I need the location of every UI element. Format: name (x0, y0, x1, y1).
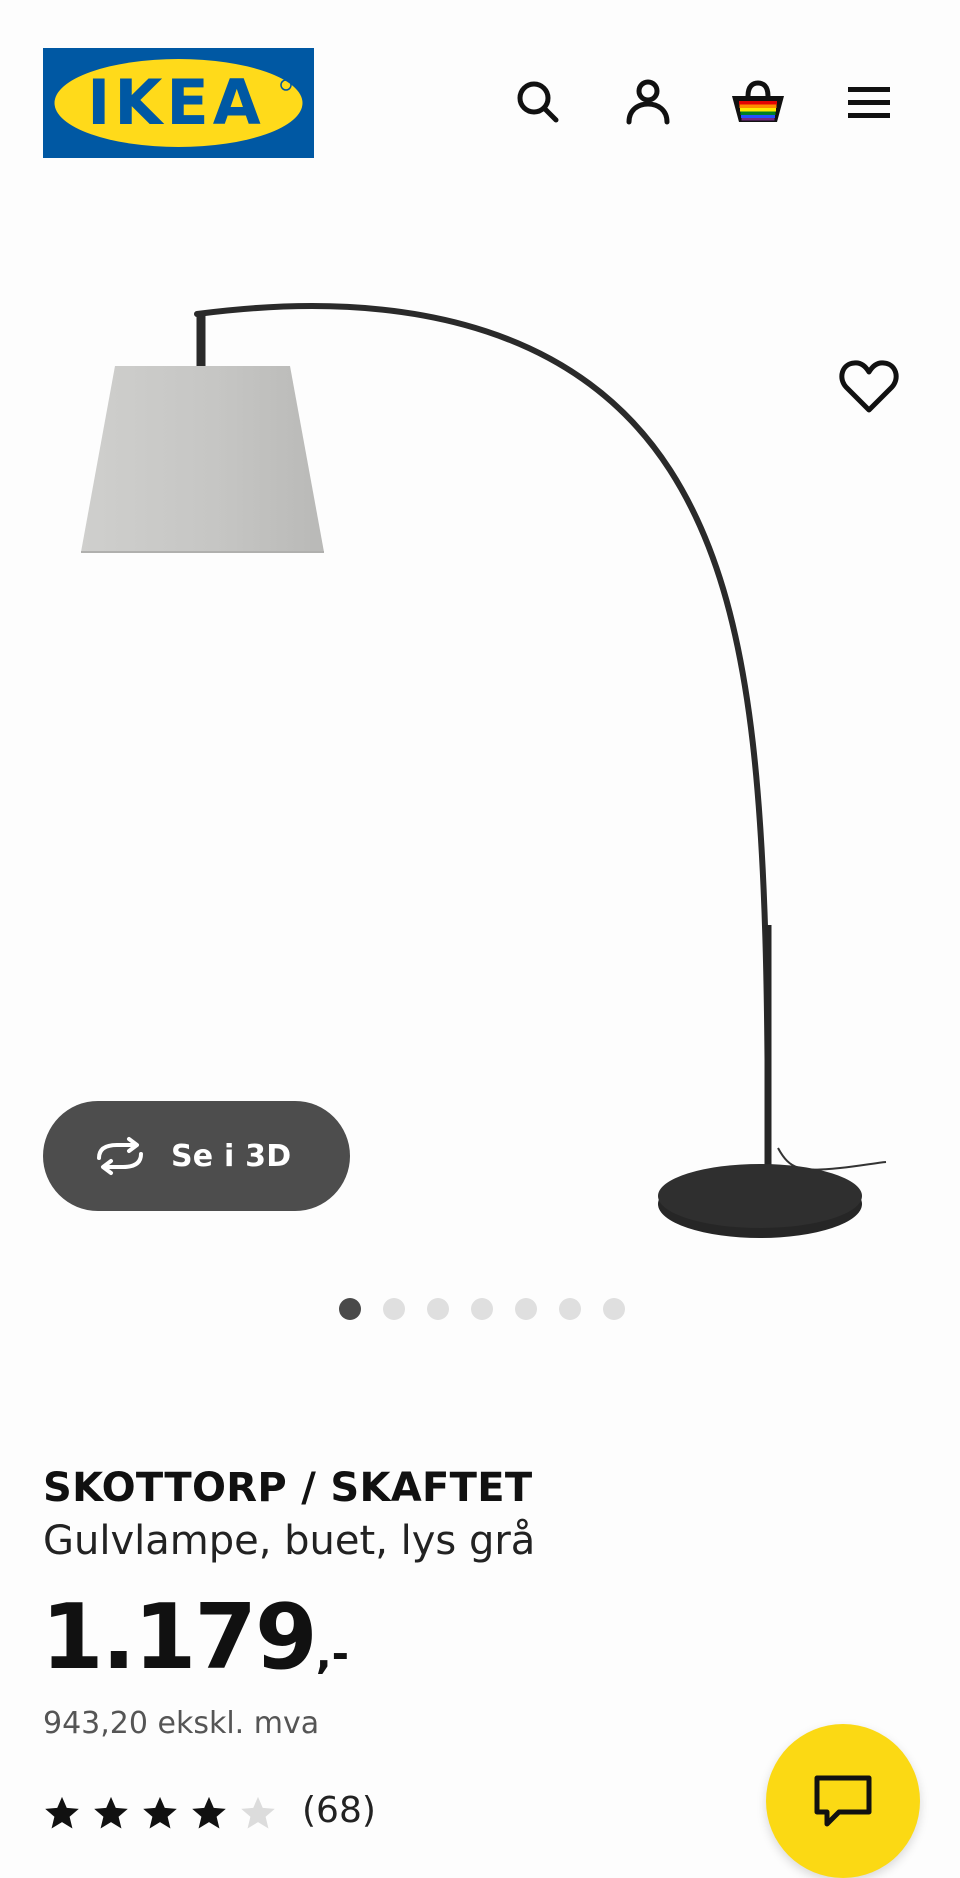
price: 1.179,- (41, 1588, 349, 1704)
header: IKEA (0, 0, 960, 170)
carousel-dot[interactable] (383, 1298, 405, 1320)
search-icon[interactable] (508, 72, 568, 132)
user-icon[interactable] (618, 72, 678, 132)
logo-text: IKEA (87, 66, 264, 139)
chat-button[interactable] (766, 1724, 920, 1878)
star-filled-icon (94, 1796, 128, 1829)
carousel-dot[interactable] (471, 1298, 493, 1320)
view-3d-button[interactable]: Se i 3D (43, 1101, 350, 1211)
heart-icon[interactable] (838, 358, 900, 416)
star-filled-icon (143, 1796, 177, 1829)
carousel-dot[interactable] (559, 1298, 581, 1320)
carousel-dot[interactable] (603, 1298, 625, 1320)
price-suffix: ,- (315, 1629, 350, 1678)
rotate-3d-icon (97, 1137, 143, 1175)
review-count[interactable]: (68) (302, 1790, 376, 1831)
star-filled-icon (192, 1796, 226, 1829)
carousel-dot[interactable] (515, 1298, 537, 1320)
carousel-indicator (339, 1298, 625, 1320)
ikea-logo[interactable]: IKEA (43, 48, 314, 158)
star-empty-icon (241, 1796, 275, 1829)
product-name: SKOTTORP / SKAFTET (43, 1465, 533, 1511)
carousel-dot[interactable] (427, 1298, 449, 1320)
rating-stars[interactable] (43, 1794, 277, 1832)
view-3d-label: Se i 3D (171, 1138, 292, 1174)
menu-icon[interactable] (838, 72, 898, 132)
star-filled-icon (45, 1796, 79, 1829)
price-excl-vat: 943,20 ekskl. mva (43, 1706, 320, 1741)
price-main: 1.179 (41, 1585, 318, 1690)
basket-icon[interactable] (728, 72, 788, 132)
product-description: Gulvlampe, buet, lys grå (43, 1518, 536, 1564)
chat-icon (814, 1775, 872, 1827)
carousel-dot[interactable] (339, 1298, 361, 1320)
